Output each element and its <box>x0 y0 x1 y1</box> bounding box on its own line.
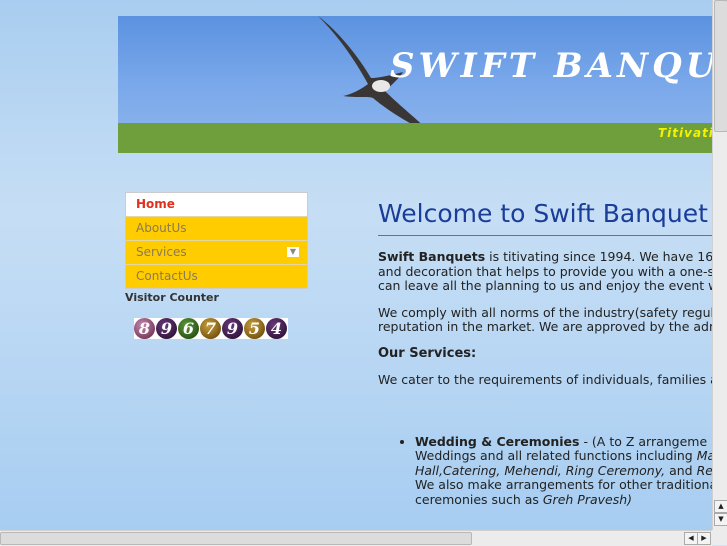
banner-strip <box>118 123 712 153</box>
text-line: Weddings and all related functions inclu… <box>415 448 697 463</box>
menu-item-label: Services <box>136 245 187 259</box>
horizontal-scrollbar[interactable]: ◀ ▶ <box>0 530 712 546</box>
counter-digit: 6 <box>178 318 199 339</box>
service-title: Wedding & Ceremonies <box>415 433 580 449</box>
counter-digit: 4 <box>266 318 287 339</box>
services-heading: Our Services: <box>378 345 477 361</box>
brand-name: Swift Banquets <box>378 249 486 264</box>
text-line: We also make arrangements for other trad… <box>415 477 712 492</box>
intro-paragraph: Swift Banquets is titivating since 1994.… <box>378 249 712 294</box>
dropdown-arrow-icon[interactable]: ▼ <box>287 247 299 257</box>
compliance-paragraph: We comply with all norms of the industry… <box>378 304 712 335</box>
vertical-scroll-thumb[interactable] <box>714 0 727 132</box>
text-line: We comply with all norms of the industry… <box>378 304 712 320</box>
counter-digit: 5 <box>244 318 265 339</box>
page-viewport: SWIFT BANQUET Titivati Home AboutUs Serv… <box>0 0 712 530</box>
menu-item-services[interactable]: Services ▼ <box>126 240 307 264</box>
scrollbar-corner <box>712 530 727 545</box>
text-line: - (A to Z arrangeme <box>579 433 708 449</box>
scroll-up-icon[interactable]: ▲ <box>714 500 727 513</box>
menu-item-aboutus[interactable]: AboutUs <box>126 216 307 240</box>
counter-digit: 7 <box>200 318 221 339</box>
text-line: reputation in the market. We are approve… <box>378 319 712 334</box>
banner-tagline: Titivati <box>658 126 712 140</box>
text-line: is titivating since 1994. We have 16 <box>485 249 712 264</box>
services-intro: We cater to the requirements of individu… <box>378 372 712 387</box>
counter-digit: 9 <box>156 318 177 339</box>
text-line: Ma <box>696 448 712 463</box>
banner-title: SWIFT BANQUET <box>390 46 712 86</box>
text-line: Re <box>696 462 712 478</box>
text-line: Greh Pravesh) <box>542 491 633 507</box>
vertical-scrollbar[interactable]: ▲ ▼ <box>712 0 727 530</box>
visitor-counter: 8 9 6 7 9 5 4 <box>134 318 288 339</box>
text-line: and <box>665 462 697 478</box>
menu-item-contactus[interactable]: ContactUs <box>126 264 307 288</box>
title-divider <box>378 235 712 236</box>
text-line: and decoration that helps to provide you… <box>378 263 712 279</box>
text-line: Hall,Catering, Mehendi, Ring Ceremony, <box>415 462 666 478</box>
text-line: can leave all the planning to us and enj… <box>378 278 712 293</box>
text-line: ceremonies such as <box>415 491 543 507</box>
menu-item-home[interactable]: Home <box>126 193 307 216</box>
services-list: Wedding & Ceremonies - (A to Z arrangeme… <box>378 433 712 508</box>
counter-digit: 9 <box>222 318 243 339</box>
site-banner: SWIFT BANQUET Titivati <box>118 16 712 153</box>
scroll-right-icon[interactable]: ▶ <box>697 532 711 545</box>
main-content: Welcome to Swift Banquet Swift Banquets … <box>378 198 712 507</box>
visitor-counter-label: Visitor Counter <box>125 291 219 304</box>
list-item: Wedding & Ceremonies - (A to Z arrangeme… <box>415 433 712 508</box>
nav-menu: Home AboutUs Services ▼ ContactUs <box>125 192 308 289</box>
horizontal-scroll-thumb[interactable] <box>0 532 472 545</box>
scroll-left-icon[interactable]: ◀ <box>684 532 698 545</box>
counter-digit: 8 <box>134 318 155 339</box>
scroll-down-icon[interactable]: ▼ <box>714 513 727 526</box>
page-title: Welcome to Swift Banquet <box>378 199 708 228</box>
